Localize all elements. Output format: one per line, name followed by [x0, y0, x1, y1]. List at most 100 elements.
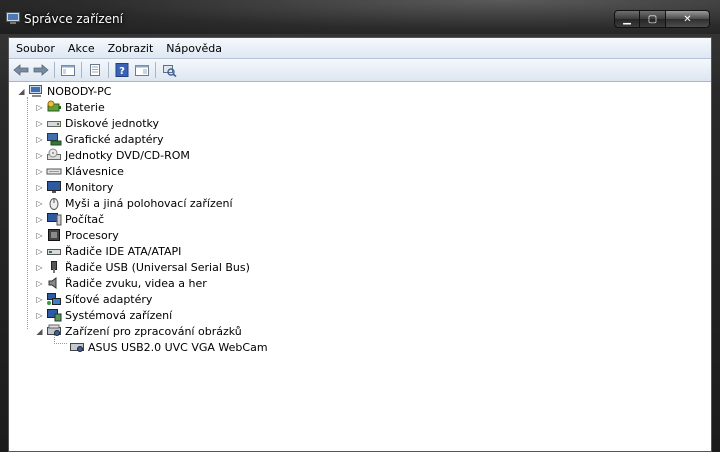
usb-controller-icon [46, 260, 62, 274]
expand-icon[interactable]: ▷ [35, 151, 44, 160]
expand-icon[interactable]: ▷ [35, 215, 44, 224]
expand-icon[interactable]: ▷ [35, 231, 44, 240]
tree-category-mysi[interactable]: ▷ Myši a jiná polohovací zařízení [35, 195, 233, 211]
dvd-drive-icon [46, 148, 62, 162]
tree-category-monitory[interactable]: ▷ Monitory [35, 179, 113, 195]
help-button[interactable]: ? [112, 61, 132, 79]
help-icon: ? [115, 63, 129, 77]
tree-category-sitove-adaptery[interactable]: ▷ Síťové adaptéry [35, 291, 152, 307]
tree-category-graficke-adaptery[interactable]: ▷ Grafické adaptéry [35, 131, 164, 147]
display-adapter-icon [46, 132, 62, 146]
sound-icon [46, 276, 62, 290]
tree-category-radice-ide[interactable]: ▷ Řadiče IDE ATA/ATAPI [35, 243, 181, 259]
toolbar: ? [9, 59, 711, 82]
tree-category-label: Monitory [65, 180, 114, 194]
device-tree[interactable]: ◢ NOBODY-PC ▷ Baterie ▷ Diskové jednotky… [9, 83, 711, 451]
tree-category-radice-zvuku[interactable]: ▷ Řadiče zvuku, videa a her [35, 275, 207, 291]
view-icon [135, 65, 149, 76]
menu-zobrazit[interactable]: Zobrazit [101, 42, 160, 55]
tree-category-label: Grafické adaptéry [65, 132, 164, 146]
maximize-icon: ▢ [647, 13, 658, 25]
view-button[interactable] [132, 61, 152, 79]
tree-device-webcam[interactable]: ASUS USB2.0 UVC VGA WebCam [69, 339, 268, 355]
tree-category-label: Systémová zařízení [65, 308, 173, 322]
scan-hardware-icon [163, 65, 177, 77]
expand-icon[interactable]: ▷ [35, 103, 44, 112]
maximize-button[interactable]: ▢ [640, 10, 666, 28]
expand-icon[interactable]: ▷ [35, 295, 44, 304]
menu-akce[interactable]: Akce [61, 42, 101, 55]
battery-icon [46, 100, 62, 114]
window-frame: Správce zařízení ▁ ▢ ✕ Soubor Akce Zobra… [0, 0, 720, 452]
title-bar[interactable]: Správce zařízení ▁ ▢ ✕ [0, 0, 720, 34]
tree-category-radice-usb[interactable]: ▷ Řadiče USB (Universal Serial Bus) [35, 259, 250, 275]
properties-icon [90, 64, 100, 76]
scan-hardware-button[interactable] [159, 61, 179, 79]
tree-category-label: Řadiče USB (Universal Serial Bus) [65, 260, 250, 274]
tree-category-label: Baterie [65, 100, 105, 114]
back-button[interactable] [11, 61, 31, 79]
device-manager-app-icon [6, 12, 20, 24]
client-area: Soubor Akce Zobrazit Nápověda ? ◢ NOBODY… [8, 37, 712, 452]
expand-icon[interactable]: ▷ [35, 135, 44, 144]
tree-category-label: Síťové adaptéry [65, 292, 153, 306]
show-hide-console-tree-button[interactable] [58, 61, 78, 79]
tree-category-label: Řadiče zvuku, videa a her [65, 276, 207, 290]
tree-category-label: Řadiče IDE ATA/ATAPI [65, 244, 182, 258]
tree-category-label: Myši a jiná polohovací zařízení [65, 196, 233, 210]
menu-bar: Soubor Akce Zobrazit Nápověda [9, 38, 711, 59]
expand-icon[interactable]: ▷ [35, 119, 44, 128]
tree-category-label: Diskové jednotky [65, 116, 160, 130]
forward-arrow-icon [33, 64, 49, 76]
minimize-icon: ▁ [623, 13, 631, 25]
monitor-icon [46, 180, 62, 194]
minimize-button[interactable]: ▁ [614, 10, 640, 28]
tree-category-zarizeni-obrazku[interactable]: ◢ Zařízení pro zpracování obrázků [35, 323, 242, 339]
network-adapter-icon [46, 292, 62, 306]
tree-device-label: ASUS USB2.0 UVC VGA WebCam [88, 340, 268, 354]
forward-button[interactable] [31, 61, 51, 79]
toolbar-separator [81, 62, 82, 78]
tree-root-node[interactable]: ◢ NOBODY-PC [17, 83, 111, 99]
ide-controller-icon [46, 244, 62, 258]
menu-soubor[interactable]: Soubor [9, 42, 61, 55]
tree-category-jednotky-dvd[interactable]: ▷ Jednotky DVD/CD-ROM [35, 147, 190, 163]
menu-napoveda[interactable]: Nápověda [159, 42, 228, 55]
tree-category-diskove-jednotky[interactable]: ▷ Diskové jednotky [35, 115, 159, 131]
disk-drive-icon [46, 116, 62, 130]
computer-icon [28, 84, 44, 98]
tree-connector [27, 97, 28, 329]
close-icon: ✕ [683, 13, 692, 25]
expand-icon[interactable]: ▷ [35, 311, 44, 320]
tree-root-label: NOBODY-PC [47, 84, 112, 98]
collapse-icon[interactable]: ◢ [17, 87, 26, 96]
expand-icon[interactable]: ▷ [35, 263, 44, 272]
expand-icon[interactable]: ▷ [35, 199, 44, 208]
expand-icon[interactable]: ▷ [35, 183, 44, 192]
expand-icon[interactable]: ▷ [35, 167, 44, 176]
caption-buttons: ▁ ▢ ✕ [614, 10, 710, 28]
tree-category-klavesnice[interactable]: ▷ Klávesnice [35, 163, 124, 179]
close-button[interactable]: ✕ [666, 10, 710, 28]
collapse-icon[interactable]: ◢ [35, 327, 44, 336]
tree-category-baterie[interactable]: ▷ Baterie [35, 99, 105, 115]
toolbar-separator [54, 62, 55, 78]
window-title: Správce zařízení [24, 12, 123, 26]
show-hide-console-tree-icon [61, 65, 75, 76]
tree-category-label: Počítač [65, 212, 105, 226]
tree-category-systemova-zarizeni[interactable]: ▷ Systémová zařízení [35, 307, 172, 323]
toolbar-separator [155, 62, 156, 78]
expand-icon[interactable]: ▷ [35, 247, 44, 256]
tree-category-label: Klávesnice [65, 164, 124, 178]
tree-category-procesory[interactable]: ▷ Procesory [35, 227, 119, 243]
tree-category-pocitac[interactable]: ▷ Počítač [35, 211, 104, 227]
mouse-icon [46, 196, 62, 210]
svg-text:?: ? [119, 66, 125, 77]
tree-category-label: Procesory [65, 228, 119, 242]
toolbar-separator [108, 62, 109, 78]
processor-icon [46, 228, 62, 242]
expand-icon[interactable]: ▷ [35, 279, 44, 288]
webcam-icon [69, 340, 85, 354]
back-arrow-icon [13, 64, 29, 76]
properties-button[interactable] [85, 61, 105, 79]
